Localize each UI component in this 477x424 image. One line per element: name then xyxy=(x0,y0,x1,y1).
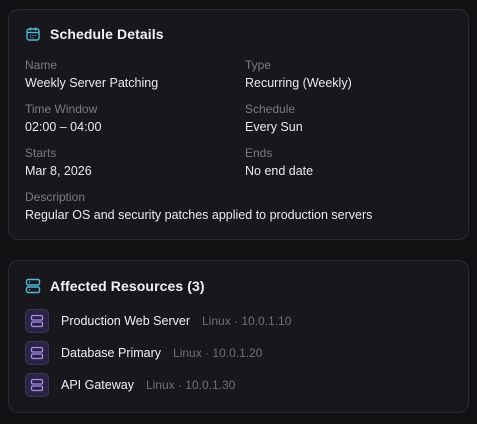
field-description-value: Regular OS and security patches applied … xyxy=(25,208,373,222)
field-starts-value: Mar 8, 2026 xyxy=(25,164,92,178)
field-schedule-label: Schedule xyxy=(245,102,296,116)
resource-meta: Linux · 10.0.1.10 xyxy=(202,314,292,328)
field-type-value: Recurring (Weekly) xyxy=(245,76,352,90)
field-description: Description Regular OS and security patc… xyxy=(25,189,372,224)
schedule-details-title: Schedule Details xyxy=(50,26,164,42)
resource-name: Production Web Server xyxy=(61,314,190,328)
calendar-icon xyxy=(25,26,41,42)
schedule-details-card: Schedule Details Name Weekly Server Patc… xyxy=(8,9,469,240)
field-time-window-value: 02:00 – 04:00 xyxy=(25,120,102,134)
field-schedule-value: Every Sun xyxy=(245,120,303,134)
field-starts-label: Starts xyxy=(25,146,57,160)
field-name-value: Weekly Server Patching xyxy=(25,76,159,90)
field-type: Type Recurring (Weekly) xyxy=(245,57,352,92)
schedule-details-header: Schedule Details xyxy=(25,26,164,42)
field-name: Name Weekly Server Patching xyxy=(25,57,158,92)
field-ends: Ends No end date xyxy=(245,145,313,180)
field-schedule: Schedule Every Sun xyxy=(245,101,303,136)
affected-resources-title: Affected Resources (3) xyxy=(50,278,205,294)
field-ends-label: Ends xyxy=(245,146,273,160)
server-icon xyxy=(25,278,41,294)
field-starts: Starts Mar 8, 2026 xyxy=(25,145,92,180)
field-time-window: Time Window 02:00 – 04:00 xyxy=(25,101,101,136)
server-icon xyxy=(25,341,49,365)
server-icon xyxy=(25,373,49,397)
server-icon xyxy=(25,309,49,333)
resource-meta: Linux · 10.0.1.30 xyxy=(145,378,236,392)
field-name-label: Name xyxy=(25,58,58,72)
field-type-label: Type xyxy=(245,58,272,72)
field-ends-value: No end date xyxy=(245,164,314,178)
field-time-window-label: Time Window xyxy=(25,102,98,116)
resource-item[interactable]: Database Primary Linux · 10.0.1.20 xyxy=(25,341,262,365)
resource-name: API Gateway xyxy=(61,378,134,392)
resource-name: Database Primary xyxy=(61,346,162,360)
affected-resources-card: Affected Resources (3) Production Web Se… xyxy=(8,260,469,413)
field-description-label: Description xyxy=(25,190,86,204)
resource-item[interactable]: Production Web Server Linux · 10.0.1.10 xyxy=(25,309,291,333)
resource-meta: Linux · 10.0.1.20 xyxy=(173,346,263,360)
affected-resources-header: Affected Resources (3) xyxy=(25,278,205,294)
resource-item[interactable]: API Gateway Linux · 10.0.1.30 xyxy=(25,373,235,397)
